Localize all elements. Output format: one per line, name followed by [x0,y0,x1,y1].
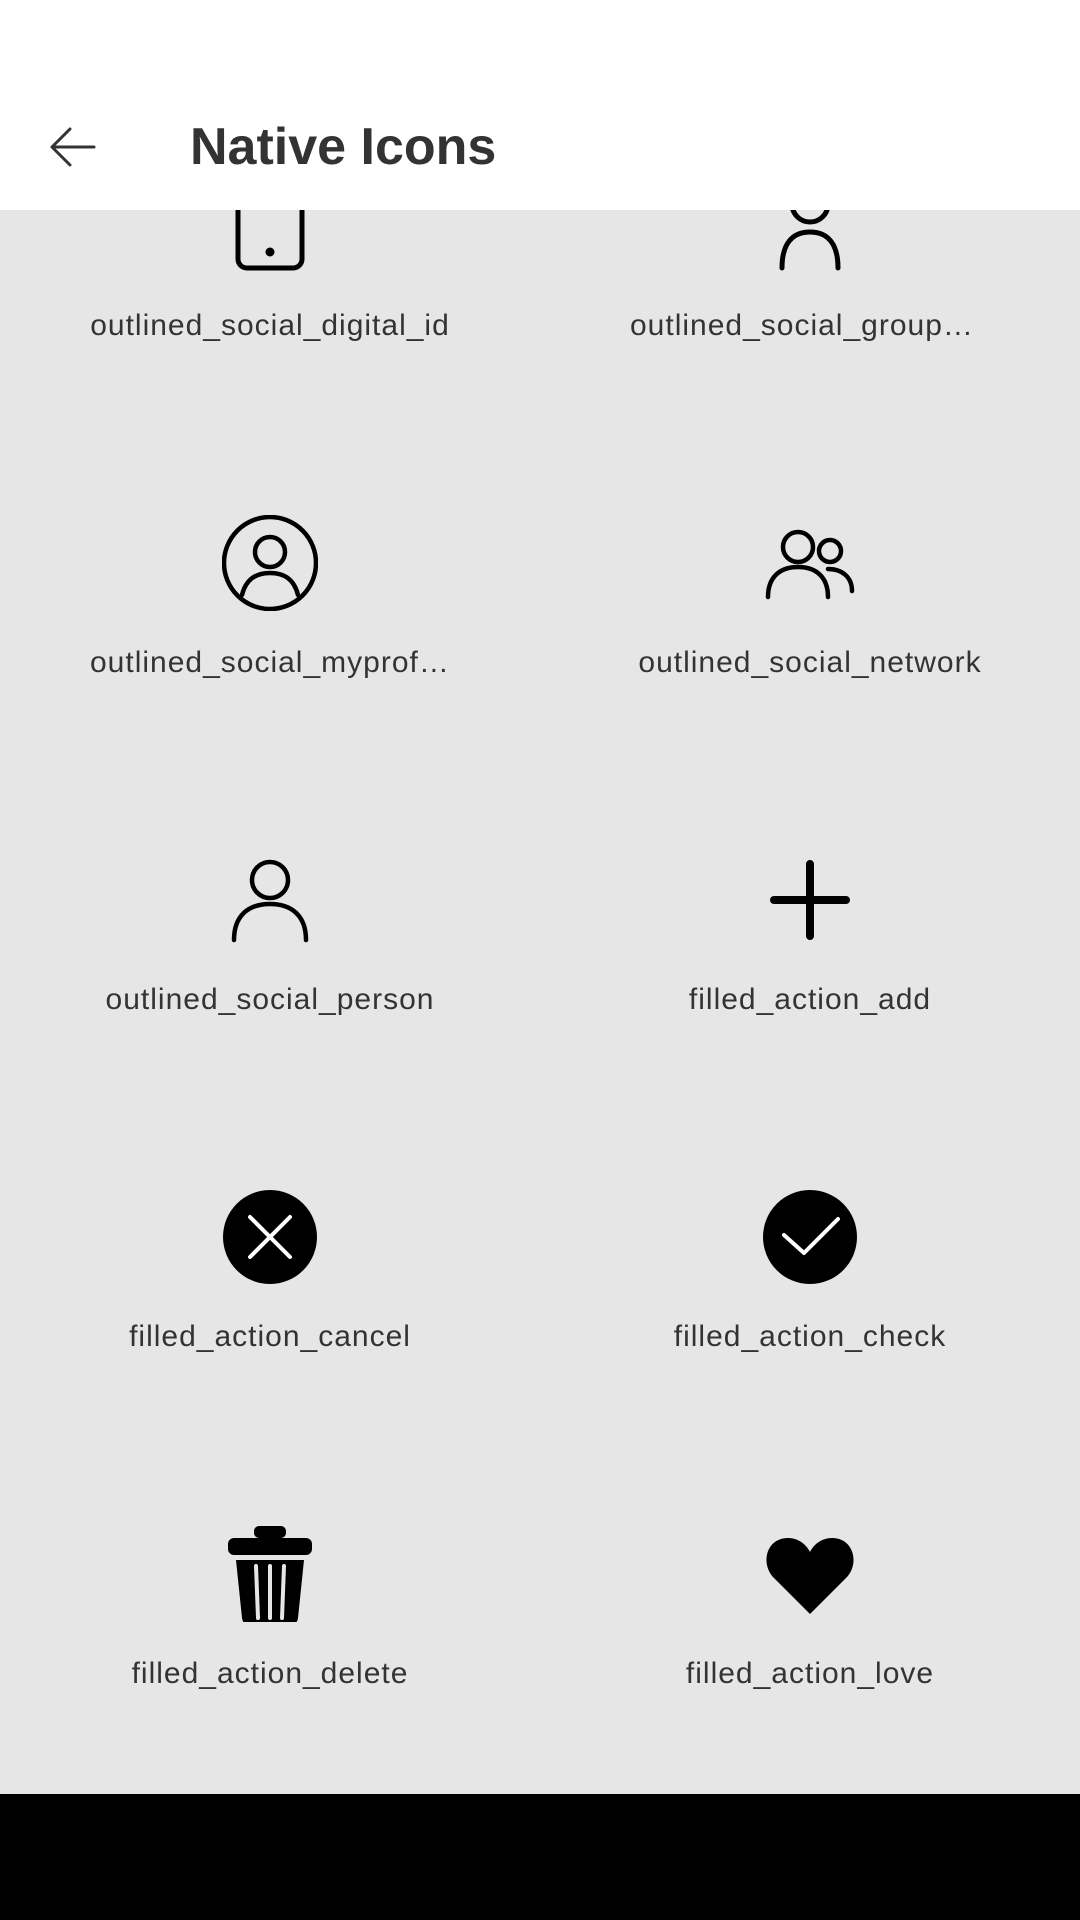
account-circle-icon [222,515,318,611]
icon-label: outlined_social_person [105,983,435,1016]
people-icon [765,529,855,600]
plus-icon [770,860,850,940]
page-title: Native Icons [190,118,497,176]
icon-tile-check[interactable]: filled_action_check [540,1094,1080,1431]
icon-label: filled_action_add [688,983,932,1016]
icon-label: outlined_social_digital_id [90,309,450,342]
status-bar [0,0,1080,84]
icon-grid-scroll[interactable]: outlined_social_digital_id outlined_soci… [0,210,1080,1794]
icon-label: filled_action_delete [131,1657,409,1690]
digital-id-icon [235,210,305,271]
icon-tile-group[interactable]: outlined_social_group_add [540,210,1080,420]
icon-tile-love[interactable]: filled_action_love [540,1431,1080,1768]
icon-tile-cancel[interactable]: filled_action_cancel [0,1094,540,1431]
trash-icon [228,1526,312,1622]
arrow-left-icon [50,127,96,167]
icon-label: filled_action_love [685,1657,935,1690]
icon-tile-myprofile[interactable]: outlined_social_myprofile [0,420,540,757]
person-icon [231,859,309,943]
icon-tile-network[interactable]: outlined_social_network [540,420,1080,757]
group-icon [779,210,841,271]
check-circle-icon [763,1190,857,1284]
icon-label: filled_action_cancel [129,1320,411,1353]
navigation-bar [0,1794,1080,1920]
icon-label: outlined_social_myprofile [90,646,450,679]
icon-tile-person[interactable]: outlined_social_person [0,757,540,1094]
icon-tile-add[interactable]: filled_action_add [540,757,1080,1094]
icon-label: outlined_social_group_add [630,309,990,342]
cancel-circle-icon [223,1190,317,1284]
heart-icon [766,1538,854,1614]
icon-tile-delete[interactable]: filled_action_delete [0,1431,540,1768]
app-bar: Native Icons [0,84,1080,210]
icon-label: filled_action_check [673,1320,947,1353]
icon-tile-digital-id[interactable]: outlined_social_digital_id [0,210,540,420]
icon-label: outlined_social_network [638,646,982,679]
back-button[interactable] [30,105,114,189]
